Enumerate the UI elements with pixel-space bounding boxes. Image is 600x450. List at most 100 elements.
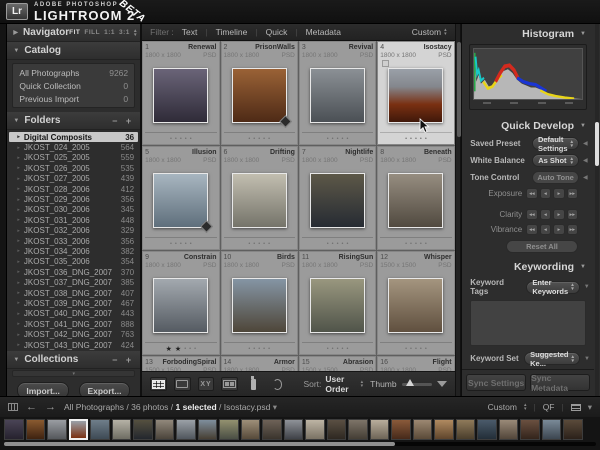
grid-cell[interactable]: 7 Nightlife 1800 x 1800 PSD • • • • • — [298, 146, 377, 250]
rating-dot-icon[interactable]: • — [415, 241, 417, 247]
folder-item[interactable]: ▸ JKOST_027_2005 439 — [7, 174, 140, 184]
folder-item[interactable]: ▸ JKOST_034_2006 382 — [7, 246, 140, 256]
folder-item[interactable]: ▸ JKOST_039_DNG_2007 467 — [7, 298, 140, 308]
zoom-mode-spinner-icon[interactable]: ▴ ▾ — [134, 28, 137, 37]
increase-large-button[interactable]: ▸▸ — [566, 209, 578, 220]
compare-view-button[interactable]: XY — [197, 377, 215, 391]
section-toggle-icon[interactable]: ◀ — [583, 140, 590, 147]
back-arrow-icon[interactable]: ← — [26, 401, 37, 413]
photo-thumbnail[interactable] — [388, 67, 444, 123]
section-toggle-icon[interactable]: ◀ — [583, 157, 590, 164]
disclosure-triangle-icon[interactable]: ▸ — [17, 300, 20, 306]
filmstrip-thumbnail[interactable] — [176, 419, 196, 440]
rating-dot-icon[interactable]: • — [420, 241, 422, 247]
rating-dot-icon[interactable]: • — [180, 241, 182, 247]
filmstrip-thumbnail[interactable] — [498, 419, 518, 440]
disclosure-triangle-icon[interactable]: ▸ — [17, 176, 20, 182]
white-balance-dropdown[interactable]: As Shot ▴ ▾ — [532, 154, 579, 167]
star-filled-icon[interactable]: ★ — [175, 345, 181, 353]
rating-dot-icon[interactable]: • — [258, 241, 260, 247]
keywording-header[interactable]: Keywording ▼ — [462, 257, 594, 276]
filmstrip-thumbnail[interactable] — [348, 419, 368, 440]
rating-dot-icon[interactable]: • — [248, 136, 250, 142]
grid-cell[interactable]: 10 Birds 1800 x 1800 PSD • • • • • — [220, 251, 298, 355]
photo-thumbnail[interactable] — [153, 67, 209, 123]
increase-button[interactable]: ▸ — [553, 188, 565, 199]
thumb-size-slider[interactable] — [401, 378, 432, 386]
section-toggle-icon[interactable]: ▼ — [584, 284, 590, 290]
filter-tab-quick[interactable]: Quick — [266, 27, 288, 37]
filter-tab-metadata[interactable]: Metadata — [306, 27, 341, 37]
disclosure-triangle-icon[interactable]: ▸ — [17, 207, 20, 213]
collections-splitter[interactable]: ▾ — [12, 370, 136, 378]
filmstrip-thumbnail[interactable] — [541, 419, 561, 440]
filter-icon[interactable] — [570, 403, 581, 411]
photo-thumbnail[interactable] — [310, 67, 366, 123]
filmstrip-thumbnail[interactable] — [25, 419, 45, 440]
folder-item[interactable]: ▸ JKOST_037_DNG_2007 385 — [7, 277, 140, 287]
folder-item[interactable]: ▸ JKOST_041_DNG_2007 888 — [7, 319, 140, 329]
section-toggle-icon[interactable]: ▼ — [584, 356, 590, 362]
rating-dot-icon[interactable]: • — [425, 241, 427, 247]
forward-arrow-icon[interactable]: → — [45, 401, 56, 413]
rating-dot-icon[interactable]: • — [337, 136, 339, 142]
filmstrip-thumbnail[interactable] — [111, 419, 131, 440]
decrease-button[interactable]: ◂ — [539, 209, 552, 220]
rating-dot-icon[interactable]: • — [332, 241, 334, 247]
disclosure-triangle-icon[interactable]: ▸ — [17, 155, 20, 161]
reset-all-button[interactable]: Reset All — [506, 240, 578, 253]
decrease-large-button[interactable]: ◂◂ — [526, 188, 538, 199]
catalog-item[interactable]: Quick Collection 0 — [13, 79, 134, 92]
folder-item[interactable]: ▸ JKOST_036_DNG_2007 370 — [7, 267, 140, 277]
filmstrip-thumbnail[interactable] — [262, 419, 282, 440]
rating-dot-icon[interactable]: • — [425, 136, 427, 142]
import-button[interactable]: Import... — [17, 382, 69, 396]
filmstrip-thumbnail[interactable] — [326, 419, 346, 440]
rating-row[interactable]: • • • • • — [223, 342, 295, 355]
slider-knob[interactable] — [405, 378, 414, 386]
right-panel-scrollbar-thumb[interactable] — [595, 122, 599, 166]
folder-item[interactable]: ▸ JKOST_040_DNG_2007 443 — [7, 309, 140, 319]
filmstrip-thumbnail[interactable] — [219, 419, 239, 440]
rating-dot-icon[interactable]: • — [337, 346, 339, 352]
grid-cell[interactable]: 16Flight1800 x 1800PSD••••• — [377, 356, 455, 371]
rating-row[interactable]: • • • • • — [380, 132, 452, 145]
rating-dot-icon[interactable]: • — [190, 241, 192, 247]
rating-dot-icon[interactable]: • — [410, 346, 412, 352]
rating-dot-icon[interactable]: • — [263, 136, 265, 142]
grid-cell[interactable]: 9 Constrain 1800 x 1800 PSD ★ ★ • • • — [142, 251, 220, 355]
folder-item[interactable]: ▸ JKOST_030_2006 345 — [7, 205, 140, 215]
filter-tab-timeline[interactable]: Timeline — [216, 27, 248, 37]
disclosure-triangle-icon[interactable]: ▸ — [17, 238, 20, 244]
filmstrip-thumbnail[interactable] — [391, 419, 411, 440]
disclosure-triangle-icon[interactable]: ▸ — [17, 248, 20, 254]
disclosure-triangle-icon[interactable]: ▸ — [17, 321, 20, 327]
decrease-button[interactable]: ◂ — [539, 188, 552, 199]
filmstrip-thumbnail[interactable] — [90, 419, 110, 440]
folders-add-remove-icons[interactable]: − + — [112, 116, 134, 126]
collections-header[interactable]: ▼ Collections − + — [7, 351, 141, 370]
rating-dot-icon[interactable]: • — [268, 136, 270, 142]
filter-dropdown-icon[interactable]: ▾ — [588, 402, 592, 413]
folder-item[interactable]: ▸ JKOST_024_2005 564 — [7, 142, 140, 152]
rating-dot-icon[interactable]: • — [263, 346, 265, 352]
rating-dot-icon[interactable]: • — [268, 346, 270, 352]
filmstrip-thumbnail[interactable] — [369, 419, 389, 440]
catalog-item[interactable]: Previous Import 0 — [13, 92, 134, 105]
rating-dot-icon[interactable]: • — [170, 241, 172, 247]
grid-cell[interactable]: 2 PrisonWalls 1800 x 1800 PSD • • • • • — [220, 41, 298, 145]
rating-dot-icon[interactable]: • — [248, 241, 250, 247]
rating-dot-icon[interactable]: • — [327, 136, 329, 142]
rating-dot-icon[interactable]: • — [180, 136, 182, 142]
disclosure-triangle-icon[interactable]: ▸ — [17, 269, 20, 275]
folder-item[interactable]: ▸ JKOST_033_2006 356 — [7, 236, 140, 246]
rating-row[interactable]: • • • • • — [145, 132, 217, 145]
rating-dot-icon[interactable]: • — [170, 136, 172, 142]
grid-cell[interactable]: 3 Revival 1800 x 1800 PSD • • • • • — [298, 41, 377, 145]
filmstrip-thumbnail[interactable] — [4, 419, 24, 440]
photo-thumbnail[interactable] — [231, 67, 292, 128]
quick-filter-label[interactable]: QF — [543, 402, 555, 412]
filmstrip-thumbnail[interactable] — [455, 419, 475, 440]
disclosure-triangle-icon[interactable]: ▸ — [17, 280, 20, 286]
filmstrip-thumbnail[interactable] — [305, 419, 325, 440]
